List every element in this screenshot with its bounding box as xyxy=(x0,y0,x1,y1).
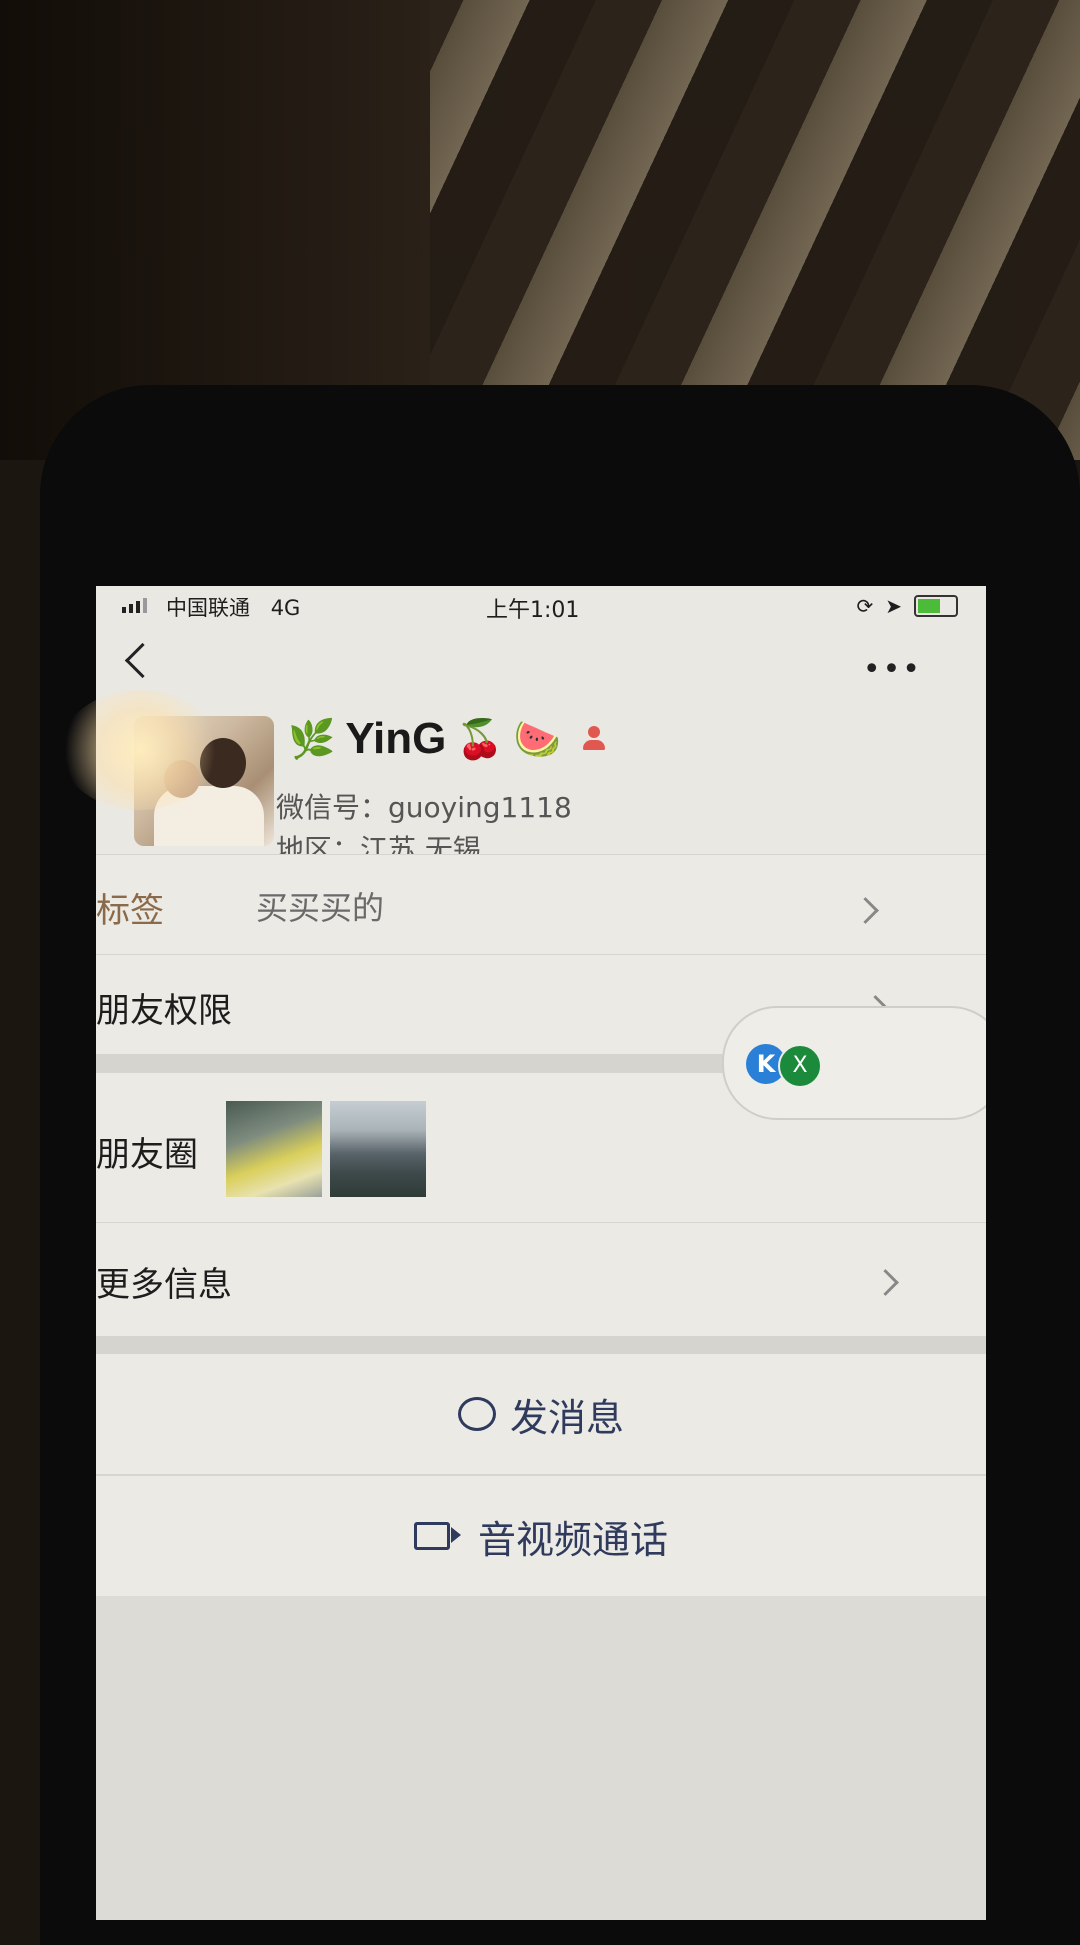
rotation-lock-icon: ⟳ xyxy=(856,594,874,618)
moments-photo-1 xyxy=(226,1101,322,1197)
permissions-label: 朋友权限 xyxy=(96,991,232,1031)
signal-icon xyxy=(122,598,147,613)
watermelon-emoji: 🍉 xyxy=(513,717,562,761)
network-type: 4G xyxy=(270,596,301,620)
tags-row[interactable]: 标签 买买买的 xyxy=(96,854,986,955)
battery-icon xyxy=(914,595,958,617)
cherry-emoji: 🍒 xyxy=(456,717,504,761)
more-info-row[interactable]: 更多信息 xyxy=(96,1222,986,1337)
send-message-label: 发消息 xyxy=(509,1395,624,1440)
chat-bubble-icon xyxy=(457,1397,496,1431)
x-app-icon[interactable]: X xyxy=(778,1044,822,1088)
more-info-label: 更多信息 xyxy=(96,1265,232,1305)
section-divider xyxy=(96,1336,986,1354)
moments-photo-2 xyxy=(330,1101,426,1197)
location-icon: ➤ xyxy=(885,594,902,618)
wechat-id: guoying1118 xyxy=(388,791,572,824)
nickname: YinG xyxy=(345,714,447,763)
wechat-id-line: 微信号：guoying1118 xyxy=(276,786,572,826)
nickname-row: 🌿 YinG 🍒 🍉 xyxy=(288,714,607,764)
video-camera-icon xyxy=(413,1522,461,1550)
light-glare xyxy=(60,690,220,810)
video-call-button[interactable]: 音视频通话 xyxy=(96,1476,986,1596)
tags-value: 买买买的 xyxy=(256,889,385,927)
floating-app-widget[interactable]: K X xyxy=(722,1006,986,1120)
leaf-emoji: 🌿 xyxy=(288,717,336,761)
chevron-right-icon xyxy=(872,1269,899,1296)
tags-label: 标签 xyxy=(96,891,164,931)
female-gender-icon xyxy=(581,726,607,752)
bottom-area xyxy=(96,1596,986,1920)
back-icon[interactable] xyxy=(124,642,161,679)
video-call-label: 音视频通话 xyxy=(477,1517,668,1562)
status-bar: 中国联通 4G 上午1:01 ⟳ ➤ xyxy=(96,586,986,626)
wechat-id-label: 微信号： xyxy=(276,791,389,824)
more-options-icon[interactable]: ••• xyxy=(863,652,922,687)
send-message-button[interactable]: 发消息 xyxy=(96,1354,986,1474)
status-time: 上午1:01 xyxy=(486,598,580,623)
contact-profile-screen: 中国联通 4G 上午1:01 ⟳ ➤ ••• 🌿 YinG 🍒 🍉 微信号：gu… xyxy=(96,586,986,1920)
moments-label: 朋友圈 xyxy=(96,1135,198,1175)
carrier-name: 中国联通 xyxy=(166,596,250,620)
chevron-right-icon xyxy=(852,897,879,924)
